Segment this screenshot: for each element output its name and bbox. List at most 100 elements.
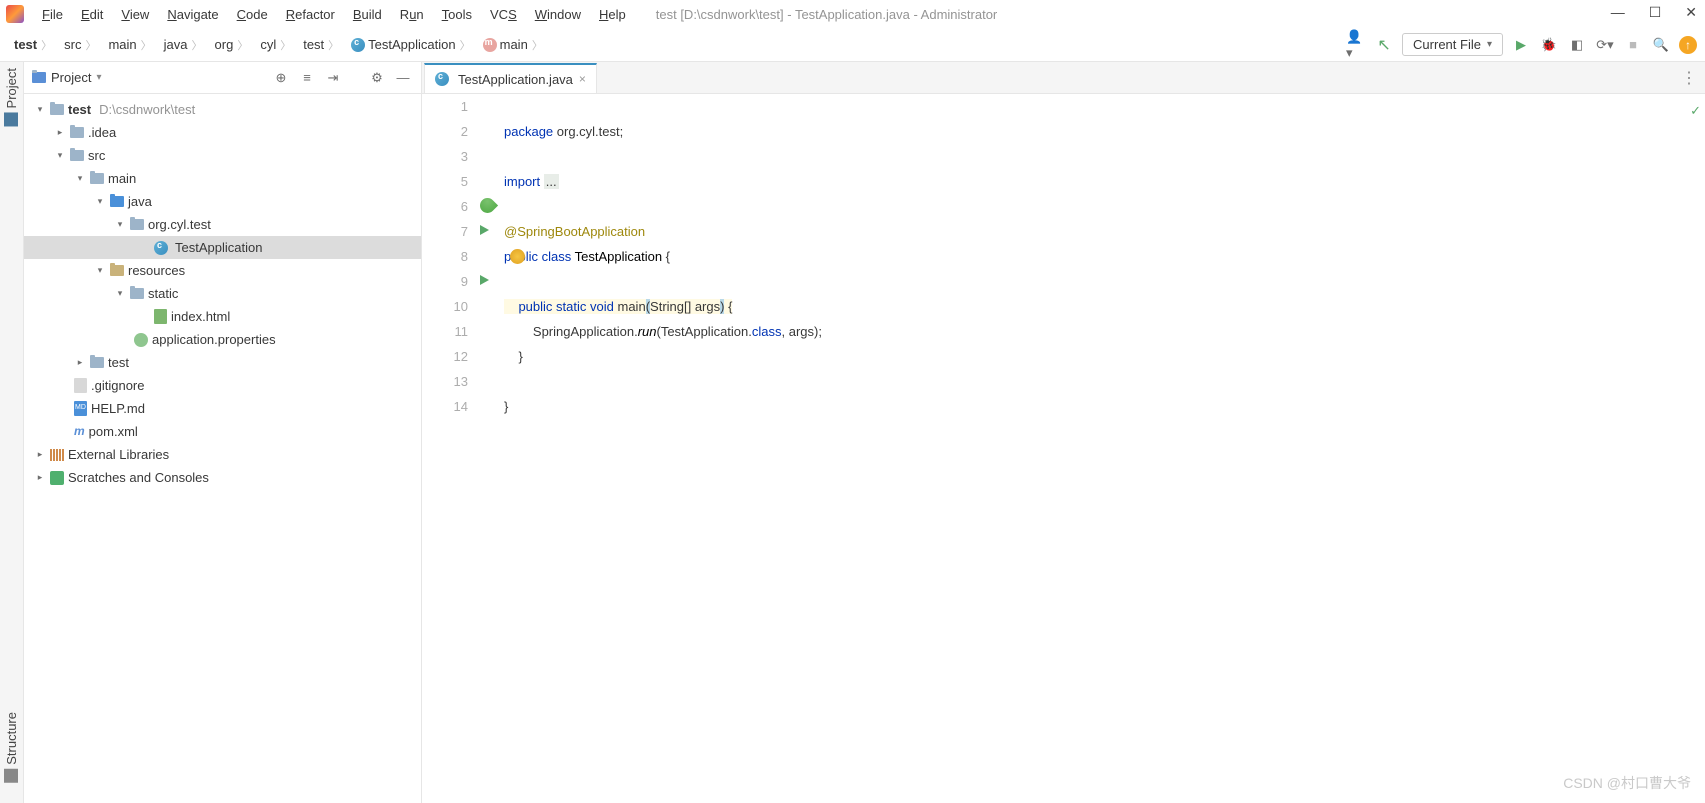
run-gutter-icon[interactable] — [480, 225, 489, 235]
stop-button[interactable]: ■ — [1623, 35, 1643, 55]
tree-main[interactable]: ▾main — [24, 167, 421, 190]
scratches-icon — [50, 471, 64, 485]
close-tab-icon[interactable]: × — [579, 72, 586, 86]
panel-title: Project — [51, 70, 91, 85]
tree-static[interactable]: ▾static — [24, 282, 421, 305]
crumb-main[interactable]: main — [102, 37, 157, 53]
menu-build[interactable]: Build — [345, 5, 390, 24]
maven-file-icon — [74, 424, 85, 439]
expand-all-icon[interactable]: ≡ — [297, 70, 317, 85]
menu-help[interactable]: Help — [591, 5, 634, 24]
properties-file-icon — [134, 333, 148, 347]
navigation-bar: test src main java org cyl test TestAppl… — [0, 28, 1705, 62]
tree-src[interactable]: ▾src — [24, 144, 421, 167]
intention-bulb-icon[interactable] — [510, 249, 525, 264]
package-icon — [130, 219, 144, 230]
tree-idea[interactable]: ▸.idea — [24, 121, 421, 144]
tree-helpmd[interactable]: HELP.md — [24, 397, 421, 420]
project-tree: ▾testD:\csdnwork\test ▸.idea ▾src ▾main … — [24, 94, 421, 803]
hide-panel-icon[interactable]: — — [393, 70, 413, 85]
inspection-ok-icon[interactable]: ✓ — [1690, 98, 1701, 123]
collapse-all-icon[interactable]: ⇥ — [323, 70, 343, 86]
menu-window[interactable]: Window — [527, 5, 589, 24]
debug-button[interactable]: 🐞 — [1539, 35, 1559, 55]
close-window-button[interactable]: ✕ — [1685, 4, 1697, 21]
editor-area: TestApplication.java × ⋮ 123 567 8910 11… — [422, 62, 1705, 803]
crumb-class[interactable]: TestApplication — [345, 37, 476, 53]
tree-app-properties[interactable]: application.properties — [24, 328, 421, 351]
menu-view[interactable]: View — [113, 5, 157, 24]
back-icon[interactable]: ↖ — [1374, 35, 1394, 55]
minimize-button[interactable]: — — [1611, 4, 1625, 21]
markdown-file-icon — [74, 401, 87, 416]
folder-icon — [70, 127, 84, 138]
add-user-icon[interactable]: 👤▾ — [1346, 35, 1366, 55]
tree-pom[interactable]: pom.xml — [24, 420, 421, 443]
folder-icon — [70, 150, 84, 161]
class-icon — [435, 72, 449, 86]
resources-folder-icon — [110, 265, 124, 276]
class-icon — [154, 241, 168, 255]
menu-file[interactable]: FFileile — [34, 5, 71, 24]
crumb-org[interactable]: org — [209, 37, 255, 53]
tree-index-html[interactable]: index.html — [24, 305, 421, 328]
menu-tools[interactable]: Tools — [434, 5, 480, 24]
tree-scratches[interactable]: ▸Scratches and Consoles — [24, 466, 421, 489]
tree-resources[interactable]: ▾resources — [24, 259, 421, 282]
settings-icon[interactable]: ⚙ — [367, 70, 387, 86]
watermark: CSDN @村口曹大爷 — [1563, 773, 1691, 793]
tree-java[interactable]: ▾java — [24, 190, 421, 213]
tree-class-testapplication[interactable]: TestApplication — [24, 236, 421, 259]
gitignore-file-icon — [74, 378, 87, 393]
project-icon — [32, 72, 46, 83]
crumb-test-pkg[interactable]: test — [297, 37, 345, 53]
run-config-dropdown[interactable]: Current File — [1402, 33, 1503, 56]
menu-vcs[interactable]: VCS — [482, 5, 525, 24]
select-opened-file-icon[interactable]: ⊕ — [271, 70, 291, 86]
menu-edit[interactable]: Edit — [73, 5, 111, 24]
coverage-button[interactable]: ◧ — [1567, 35, 1587, 55]
crumb-method[interactable]: main — [477, 37, 549, 53]
line-number-gutter: 123 567 8910 111213 14 — [422, 94, 478, 803]
project-panel: Project ▾ ⊕ ≡ ⇥ ⚙ — ▾testD:\csdnwork\tes… — [24, 62, 422, 803]
search-button[interactable]: 🔍 — [1651, 35, 1671, 55]
tree-testdir[interactable]: ▸test — [24, 351, 421, 374]
code-editor[interactable]: 123 567 8910 111213 14 package org.cyl.t… — [422, 94, 1705, 803]
app-icon — [6, 5, 24, 23]
tree-root[interactable]: ▾testD:\csdnwork\test — [24, 98, 421, 121]
tree-gitignore[interactable]: .gitignore — [24, 374, 421, 397]
crumb-java[interactable]: java — [158, 37, 209, 53]
window-title: test [D:\csdnwork\test] - TestApplicatio… — [656, 7, 998, 22]
libraries-icon — [50, 449, 64, 461]
menu-code[interactable]: Code — [229, 5, 276, 24]
folder-icon — [90, 173, 104, 184]
tree-external-libs[interactable]: ▸External Libraries — [24, 443, 421, 466]
menu-refactor[interactable]: Refactor — [278, 5, 343, 24]
crumb-cyl[interactable]: cyl — [254, 37, 297, 53]
maximize-button[interactable]: ☐ — [1649, 4, 1662, 21]
project-panel-header: Project ▾ ⊕ ≡ ⇥ ⚙ — — [24, 62, 421, 94]
folder-icon — [90, 357, 104, 368]
folder-icon — [130, 288, 144, 299]
rail-structure[interactable]: Structure — [4, 712, 19, 783]
tab-testapplication[interactable]: TestApplication.java × — [424, 63, 597, 93]
left-tool-rail: Project Structure — [0, 62, 24, 803]
tab-label: TestApplication.java — [458, 72, 573, 87]
html-file-icon — [154, 309, 167, 324]
menubar: FFileile Edit View Navigate Code Refacto… — [0, 0, 1705, 28]
tab-menu-icon[interactable]: ⋮ — [1681, 68, 1697, 88]
profile-button[interactable]: ⟳▾ — [1595, 35, 1615, 55]
run-button[interactable]: ▶ — [1511, 35, 1531, 55]
module-icon — [50, 104, 64, 115]
menu-run[interactable]: Run — [392, 5, 432, 24]
update-button[interactable]: ↑ — [1679, 36, 1697, 54]
menu-navigate[interactable]: Navigate — [159, 5, 226, 24]
crumb-src[interactable]: src — [58, 37, 102, 53]
tree-package[interactable]: ▾org.cyl.test — [24, 213, 421, 236]
run-gutter-icon[interactable] — [480, 275, 489, 285]
rail-project[interactable]: Project — [4, 68, 19, 126]
crumb-test[interactable]: test — [8, 37, 58, 53]
code-content[interactable]: package org.cyl.test; import ... @Spring… — [478, 94, 1705, 803]
class-icon — [351, 38, 365, 52]
editor-tabs: TestApplication.java × ⋮ — [422, 62, 1705, 94]
